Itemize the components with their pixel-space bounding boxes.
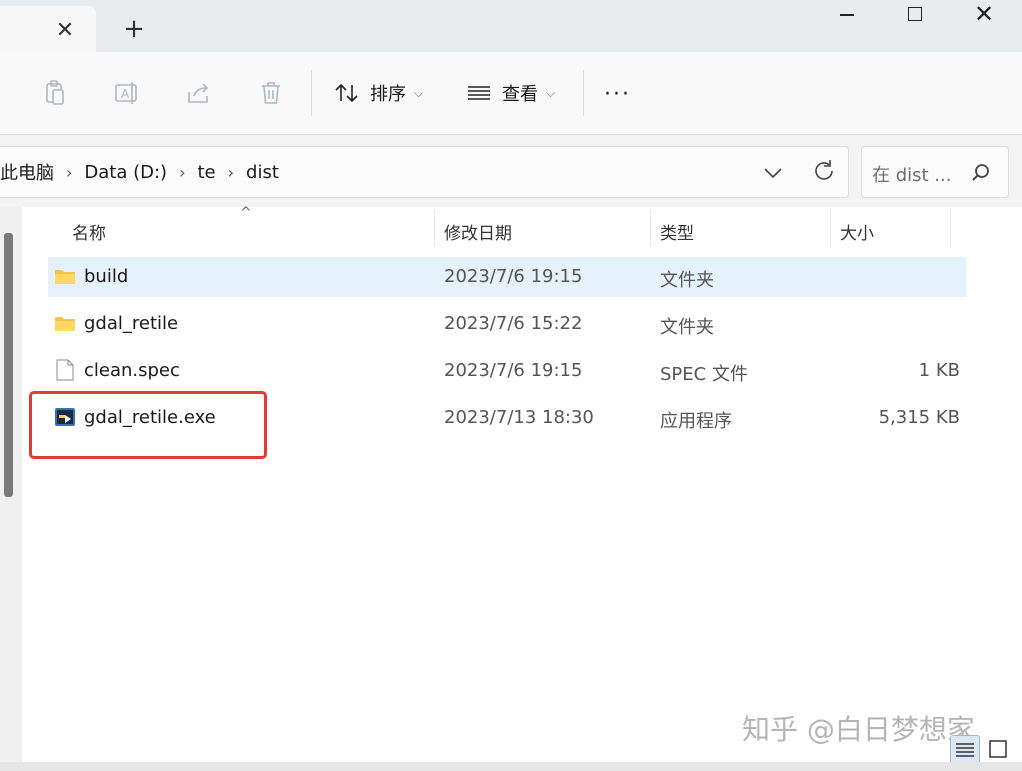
search-placeholder: 在 dist ... — [872, 165, 952, 186]
breadcrumb-dist[interactable]: dist — [246, 162, 279, 183]
column-header-type[interactable]: 类型 — [660, 207, 830, 249]
sort-icon — [335, 83, 358, 103]
file-name: build — [84, 266, 129, 287]
tiles-view-icon — [989, 740, 1007, 758]
file-list: ^ 名称 修改日期 类型 大小 build 2023/7/6 19:15 文件夹… — [22, 205, 1022, 762]
column-divider[interactable] — [434, 209, 435, 247]
svg-text:A: A — [121, 87, 130, 101]
close-window-icon: ✕ — [974, 0, 995, 28]
breadcrumb-chevron-icon[interactable]: › — [179, 163, 185, 182]
chevron-down-icon: ⌵ — [546, 85, 556, 100]
navigation-pane — [0, 207, 22, 771]
title-bar: ✕ + ✕ — [0, 0, 1022, 52]
file-date: 2023/7/6 15:22 — [444, 313, 583, 334]
watermark: 知乎 @白日梦想家 — [742, 713, 975, 746]
column-type-label: 类型 — [660, 224, 694, 244]
address-history-chevron-icon[interactable] — [760, 161, 786, 185]
file-date: 2023/7/6 19:15 — [444, 266, 583, 287]
breadcrumb-drive[interactable]: Data (D:) — [84, 162, 167, 183]
close-tab-icon[interactable]: ✕ — [52, 18, 78, 44]
new-tab-icon[interactable]: + — [120, 16, 148, 44]
sort-label: 排序 — [370, 84, 406, 105]
maximize-icon — [908, 7, 922, 21]
share-icon[interactable] — [184, 78, 214, 108]
command-bar: A 排序 ⌵ 查看 ⌵ ··· — [0, 52, 1022, 135]
highlight-annotation-box — [29, 391, 267, 459]
toolbar-separator — [583, 70, 584, 116]
tiles-view-button[interactable] — [984, 735, 1012, 763]
details-view-icon — [956, 743, 974, 757]
maximize-button[interactable] — [880, 0, 950, 32]
details-view-button[interactable] — [950, 735, 980, 765]
folder-icon — [55, 317, 75, 331]
file-name: clean.spec — [84, 360, 180, 381]
file-type: SPEC 文件 — [660, 364, 748, 385]
breadcrumb-te[interactable]: te — [197, 162, 215, 183]
column-divider[interactable] — [830, 209, 831, 247]
clipboard-icon[interactable] — [40, 78, 70, 108]
address-bar[interactable]: 此电脑 › Data (D:) › te › dist — [0, 146, 849, 198]
minimize-button[interactable] — [812, 0, 882, 32]
chevron-down-icon: ⌵ — [414, 85, 424, 100]
rename-icon[interactable]: A — [112, 78, 142, 108]
delete-icon[interactable] — [256, 78, 286, 108]
search-icon[interactable] — [970, 162, 992, 184]
search-box[interactable]: 在 dist ... — [861, 146, 1009, 198]
minimize-icon — [840, 14, 854, 16]
breadcrumb-this-pc[interactable]: 此电脑 — [0, 159, 54, 185]
file-size: 1 KB — [918, 360, 960, 381]
file-date: 2023/7/6 19:15 — [444, 360, 583, 381]
file-name: gdal_retile — [84, 313, 179, 334]
column-header-name[interactable]: 名称 — [72, 207, 434, 249]
file-type: 文件夹 — [660, 317, 714, 338]
breadcrumb-chevron-icon[interactable]: › — [228, 163, 234, 182]
column-header-date[interactable]: 修改日期 — [444, 207, 650, 249]
status-bar — [0, 762, 1022, 771]
address-area: 此电脑 › Data (D:) › te › dist 在 dist ... — [0, 135, 1022, 207]
file-icon — [56, 359, 74, 381]
view-button[interactable]: 查看 ⌵ — [466, 78, 555, 108]
view-lines-icon — [468, 86, 490, 100]
refresh-icon[interactable] — [810, 157, 838, 185]
navigation-scrollbar[interactable] — [4, 233, 13, 497]
file-type: 应用程序 — [660, 411, 732, 432]
view-label: 查看 — [502, 84, 538, 105]
file-row-clean-spec[interactable]: clean.spec 2023/7/6 19:15 SPEC 文件 1 KB — [48, 351, 966, 391]
file-size: 5,315 KB — [878, 407, 960, 428]
file-type: 文件夹 — [660, 270, 714, 291]
column-name-label: 名称 — [72, 224, 106, 244]
column-header-size[interactable]: 大小 — [840, 207, 950, 249]
toolbar-separator — [311, 70, 312, 116]
close-window-button[interactable]: ✕ — [950, 0, 1020, 32]
file-date: 2023/7/13 18:30 — [444, 407, 594, 428]
folder-icon — [55, 270, 75, 284]
sort-button[interactable]: 排序 ⌵ — [334, 78, 423, 108]
column-size-label: 大小 — [840, 224, 874, 244]
breadcrumb-chevron-icon[interactable]: › — [66, 163, 72, 182]
column-divider[interactable] — [950, 209, 951, 247]
file-row-build[interactable]: build 2023/7/6 19:15 文件夹 — [48, 257, 966, 297]
active-tab[interactable]: ✕ — [0, 6, 96, 52]
column-date-label: 修改日期 — [444, 224, 512, 244]
more-options-icon[interactable]: ··· — [604, 82, 631, 107]
file-row-gdal-retile[interactable]: gdal_retile 2023/7/6 15:22 文件夹 — [48, 304, 966, 344]
column-divider[interactable] — [650, 209, 651, 247]
